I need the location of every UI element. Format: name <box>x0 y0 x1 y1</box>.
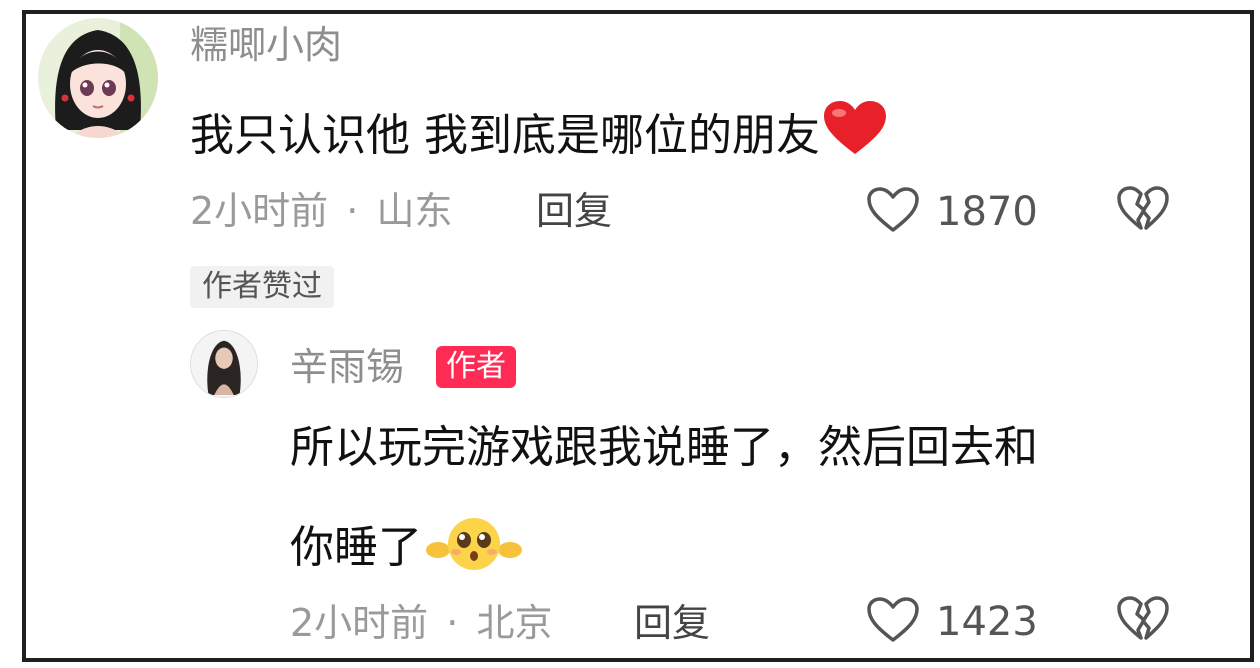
comment-time: 2小时前 <box>190 189 329 233</box>
reply-time: 2小时前 <box>290 601 429 645</box>
comment-dislike-button[interactable] <box>1116 184 1170 238</box>
comment-body: 我只认识他 我到底是哪位的朋友 <box>190 110 820 161</box>
author-badge: 作者 <box>436 346 516 388</box>
commenter-username[interactable]: 糯唧小肉 <box>190 26 342 64</box>
meta-separator: · <box>446 601 459 645</box>
reply-text-line1: 所以玩完游戏跟我说睡了，然后回去和 <box>290 422 1038 473</box>
reply-dislike-button[interactable] <box>1116 594 1170 648</box>
commenter-avatar[interactable] <box>38 18 158 138</box>
broken-heart-icon <box>1117 596 1169 640</box>
comment-location: 山东 <box>376 189 453 233</box>
comment-like-count: 1870 <box>936 189 1038 235</box>
comment-meta: 2小时前 · 山东 <box>190 192 452 230</box>
heart-emoji-icon <box>822 100 888 164</box>
author-username[interactable]: 辛雨锡 <box>290 348 404 386</box>
reply-reply-button[interactable]: 回复 <box>634 604 710 642</box>
author-avatar[interactable] <box>190 330 258 398</box>
heart-outline-icon <box>867 597 919 642</box>
pleading-face-emoji-icon <box>426 514 522 580</box>
meta-separator: · <box>346 189 359 233</box>
reply-like-button[interactable] <box>866 596 920 648</box>
reply-text-body: 你睡了 <box>290 522 422 573</box>
reply-text-line2: 你睡了 <box>290 514 522 580</box>
broken-heart-icon <box>1117 186 1169 230</box>
comment-like-button[interactable] <box>866 186 920 238</box>
reply-like-count: 1423 <box>936 599 1038 645</box>
author-liked-tag: 作者赞过 <box>190 266 334 308</box>
reply-meta: 2小时前 · 北京 <box>290 604 552 642</box>
reply-location: 北京 <box>476 601 553 645</box>
comment-text: 我只认识他 我到底是哪位的朋友 <box>190 100 888 164</box>
heart-outline-icon <box>867 187 919 232</box>
comment-reply-button[interactable]: 回复 <box>536 192 612 230</box>
